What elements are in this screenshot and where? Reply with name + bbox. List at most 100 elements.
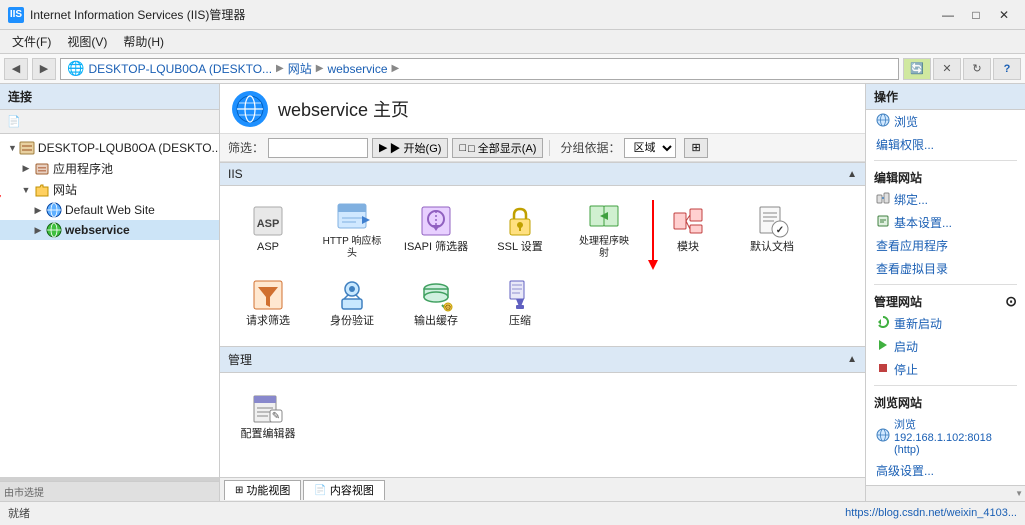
compress-label: 压缩 — [509, 315, 531, 328]
content-area: IIS ▲ ASP ASP — [220, 162, 865, 477]
mgmt-section-header[interactable]: 管理 ▲ — [220, 346, 865, 373]
close-button[interactable]: ✕ — [991, 5, 1017, 25]
action-view-vdirs[interactable]: 查看虚拟目录 — [866, 257, 1025, 280]
icon-req-filter[interactable]: 请求筛选 — [228, 268, 308, 338]
stop-label: 停止 — [894, 361, 918, 378]
settings-icon — [876, 214, 890, 231]
isapi-label: ISAPI 筛选器 — [404, 241, 468, 254]
icon-default-doc[interactable]: ✓ 默认文档 — [732, 194, 812, 264]
filter-view-btn[interactable]: ⊞ — [684, 138, 707, 158]
address-box[interactable]: 🌐 DESKTOP-LQUB0OA (DESKTO... ▶ 网站 ▶ webs… — [60, 58, 899, 80]
connections-toolbar: 📄 — [0, 110, 219, 134]
mgmt-icons-grid: ✎ 配置编辑器 — [220, 373, 865, 459]
action-browse[interactable]: 浏览 — [866, 110, 1025, 133]
icon-auth[interactable]: 身份验证 — [312, 268, 392, 338]
help-button[interactable]: ? — [993, 58, 1021, 80]
action-bind[interactable]: 绑定... — [866, 188, 1025, 211]
tree-label-sites: 网站 — [53, 181, 77, 198]
config-editor-label: 配置编辑器 — [241, 428, 296, 441]
svg-text:ASP: ASP — [257, 218, 280, 230]
tree-item-server[interactable]: ▼ DESKTOP-LQUB0OA (DESKTO... — [0, 138, 219, 158]
icon-http[interactable]: HTTP 响应标头 — [312, 194, 392, 264]
filter-showall-btn[interactable]: □□ 全部显示(A) — [452, 138, 543, 158]
action-start[interactable]: 启动 — [866, 335, 1025, 358]
status-right: https://blog.csdn.net/weixin_4103... — [845, 507, 1017, 519]
icon-cache[interactable]: ⚙ 输出缓存 — [396, 268, 476, 338]
auth-label: 身份验证 — [330, 315, 374, 328]
bind-label: 绑定... — [894, 191, 928, 208]
icon-isapi[interactable]: ISAPI 筛选器 — [396, 194, 476, 264]
start-icon — [876, 338, 890, 355]
iis-section-label: IIS — [228, 167, 243, 181]
tab-content-view[interactable]: 📄 内容视图 — [303, 480, 384, 500]
title-bar-left: IIS Internet Information Services (IIS)管… — [8, 6, 245, 23]
address-bar: ◀ ▶ 🌐 DESKTOP-LQUB0OA (DESKTO... ▶ 网站 ▶ … — [0, 54, 1025, 84]
tab-feature-view[interactable]: ⊞ 功能视图 — [224, 480, 301, 500]
title-bar: IIS Internet Information Services (IIS)管… — [0, 0, 1025, 30]
icon-config-editor[interactable]: ✎ 配置编辑器 — [228, 381, 308, 451]
icon-asp[interactable]: ASP ASP — [228, 194, 308, 264]
compress-icon — [502, 277, 538, 313]
action-basic-settings[interactable]: 基本设置... — [866, 211, 1025, 234]
status-bar: 就绪 https://blog.csdn.net/weixin_4103... — [0, 501, 1025, 523]
http-label: HTTP 响应标头 — [323, 236, 382, 260]
divider1 — [874, 160, 1017, 161]
tree-item-sites[interactable]: ▼ 网站 — [0, 179, 219, 200]
minimize-button[interactable]: — — [935, 5, 961, 25]
filter-bar: 筛选： ▶▶ 开始(G) □□ 全部显示(A) 分组依据： 区域 ⊞ — [220, 134, 865, 162]
icon-handler[interactable]: 处理程序映射 — [564, 194, 644, 264]
conn-new-btn[interactable]: 📄 — [4, 113, 24, 131]
iis-icons-grid: ASP ASP — [220, 186, 865, 346]
filter-start-btn[interactable]: ▶▶ 开始(G) — [372, 138, 448, 158]
action-view-apps[interactable]: 查看应用程序 — [866, 234, 1025, 257]
iis-section-header[interactable]: IIS ▲ — [220, 162, 865, 186]
right-panel: 操作 浏览 编辑权限... 编辑网站 绑定... — [865, 84, 1025, 501]
maximize-button[interactable]: □ — [963, 5, 989, 25]
mgmt-collapse-btn[interactable]: ▲ — [847, 354, 857, 365]
icon-compress[interactable]: 压缩 — [480, 268, 560, 338]
left-status: 由市选提 — [4, 484, 44, 499]
tree-label-defaultsite: Default Web Site — [65, 203, 155, 217]
http-icon — [334, 198, 370, 234]
iis-collapse-btn[interactable]: ▲ — [847, 169, 857, 180]
browse-link-label: 浏览 192.168.1.102:8018(http) — [894, 416, 1015, 456]
divider2 — [874, 284, 1017, 285]
icon-ssl[interactable]: SSL 设置 — [480, 194, 560, 264]
auth-icon — [334, 277, 370, 313]
action-browse-link[interactable]: 浏览 192.168.1.102:8018(http) — [866, 413, 1025, 459]
window-title: Internet Information Services (IIS)管理器 — [30, 6, 245, 23]
menu-help[interactable]: 帮助(H) — [115, 31, 172, 52]
action-restart[interactable]: 重新启动 — [866, 312, 1025, 335]
browse-site-header: 浏览网站 — [866, 390, 1025, 413]
tree-item-webservice[interactable]: ▶ webservice — [0, 220, 219, 240]
refresh-button[interactable]: 🔄 — [903, 58, 931, 80]
menu-file[interactable]: 文件(F) — [4, 31, 59, 52]
bind-icon — [876, 191, 890, 208]
forward-button[interactable]: ▶ — [32, 58, 56, 80]
feature-view-icon: ⊞ — [235, 485, 243, 496]
tree-item-defaultsite[interactable]: ▶ Default Web Site — [0, 200, 219, 220]
action-advanced-settings[interactable]: 高级设置... — [866, 459, 1025, 482]
left-bottom-bar: 由市选提 — [0, 481, 219, 501]
filter-input[interactable] — [268, 138, 368, 158]
filter-group-dropdown[interactable]: 区域 — [624, 138, 676, 158]
menu-bar: 文件(F) 视图(V) 帮助(H) — [0, 30, 1025, 54]
center-header-title: webservice 主页 — [278, 96, 409, 122]
menu-view[interactable]: 视图(V) — [59, 31, 115, 52]
stop-nav-button[interactable]: ✕ — [933, 58, 961, 80]
tree-item-apppool[interactable]: ▶ 应用程序池 — [0, 158, 219, 179]
action-stop[interactable]: 停止 — [866, 358, 1025, 381]
icon-module[interactable]: 模块 — [648, 194, 728, 264]
server-icon — [19, 140, 35, 156]
left-panel: 连接 📄 ▼ DESKTOP-LQUB0OA (DESKTO... ▶ 应用程序… — [0, 84, 220, 501]
svg-text:✓: ✓ — [776, 225, 784, 236]
basic-settings-label: 基本设置... — [894, 214, 952, 231]
sites-icon — [34, 182, 50, 198]
back-button[interactable]: ◀ — [4, 58, 28, 80]
refresh-btn2[interactable]: ↻ — [963, 58, 991, 80]
edit-site-header: 编辑网站 — [866, 165, 1025, 188]
right-scroll-bar[interactable]: ▼ — [866, 485, 1025, 501]
action-edit-perms[interactable]: 编辑权限... — [866, 133, 1025, 156]
tree-arrow-server: ▼ — [8, 142, 17, 154]
connections-tree: ▼ DESKTOP-LQUB0OA (DESKTO... ▶ 应用程序池 ▼ — [0, 134, 219, 477]
